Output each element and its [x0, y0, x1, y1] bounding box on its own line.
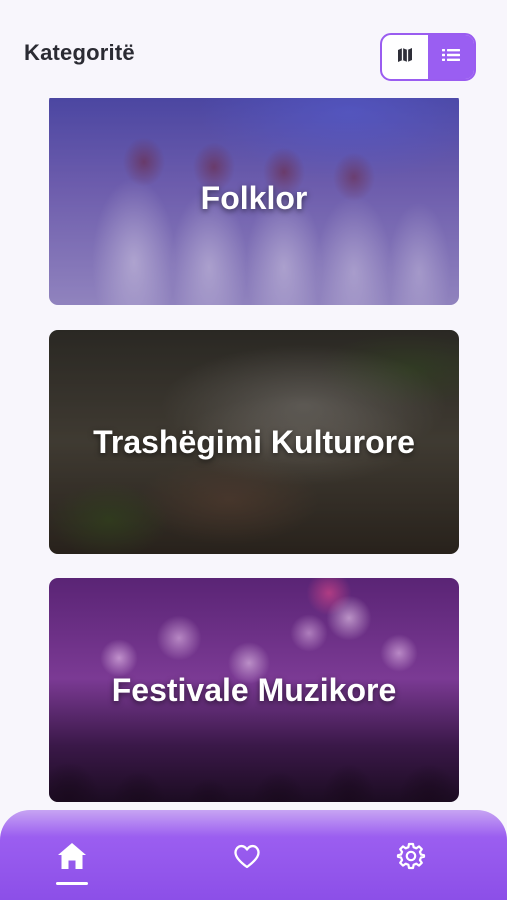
nav-favorites-button[interactable] [227, 838, 267, 878]
list-view-button[interactable] [428, 35, 474, 79]
page-title: Kategoritë [24, 40, 135, 65]
heart-icon [232, 842, 262, 875]
bottom-navigation [0, 810, 507, 900]
map-view-button[interactable] [382, 35, 428, 79]
nav-settings-button[interactable] [391, 838, 431, 878]
header: Kategoritë [0, 0, 507, 98]
category-card-music-festivals[interactable]: Festivale Muzikore [49, 578, 459, 802]
active-tab-indicator [56, 882, 88, 885]
nav-home-button[interactable] [52, 838, 92, 878]
gear-icon [396, 841, 426, 876]
category-label: Festivale Muzikore [111, 671, 397, 708]
view-toggle [380, 33, 476, 81]
category-card-folklor[interactable]: Folklor [49, 98, 459, 305]
map-icon [396, 46, 414, 69]
category-card-cultural-heritage[interactable]: Trashëgimi Kulturore [49, 330, 459, 554]
list-icon [441, 47, 461, 68]
category-list[interactable]: Folklor Trashëgimi Kulturore Festivale M… [0, 98, 507, 810]
home-icon [55, 840, 89, 877]
category-label: Trashëgimi Kulturore [93, 423, 415, 460]
category-label: Folklor [200, 180, 308, 216]
